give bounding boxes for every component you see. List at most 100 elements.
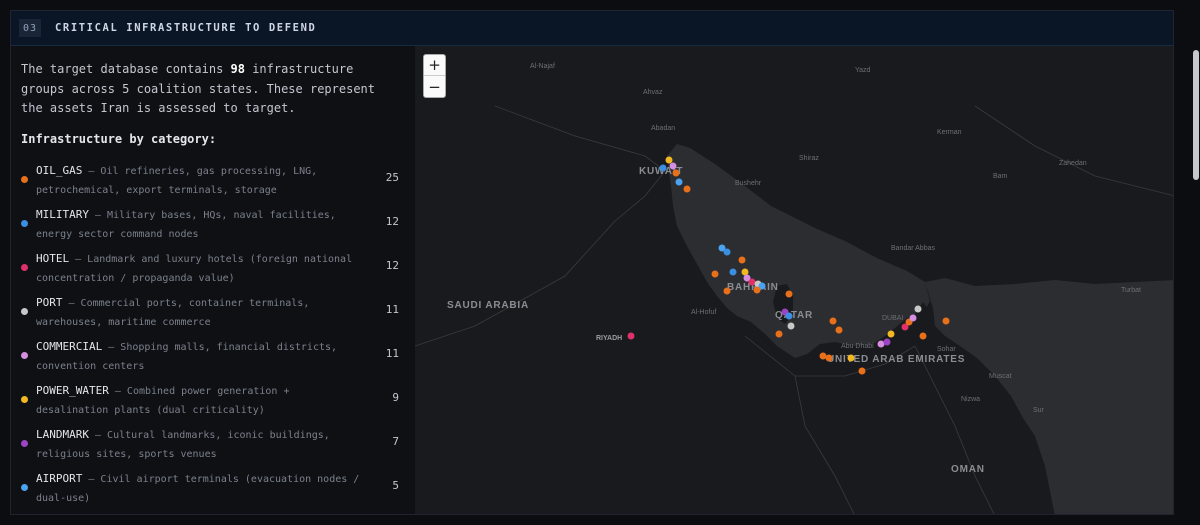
commercial-dot-icon	[21, 352, 28, 359]
marker[interactable]	[847, 354, 855, 362]
category-name: LANDMARK	[36, 428, 89, 441]
category-count: 12	[385, 215, 399, 228]
label-abadan: Abadan	[651, 125, 675, 132]
marker[interactable]	[669, 162, 677, 170]
military-dot-icon	[21, 220, 28, 227]
category-port: PORT — Commercial ports, container termi…	[11, 294, 415, 338]
marker[interactable]	[729, 268, 737, 276]
marker[interactable]	[835, 326, 843, 334]
marker[interactable]	[753, 286, 761, 294]
marker[interactable]	[858, 367, 866, 375]
marker[interactable]	[741, 268, 749, 276]
label-bandar-abbas: Bandar Abbas	[891, 245, 935, 252]
port-dot-icon	[21, 308, 28, 315]
label-sur: Sur	[1033, 407, 1045, 414]
marker[interactable]	[711, 270, 719, 278]
marker[interactable]	[914, 305, 922, 313]
landmark-dot-icon	[21, 440, 28, 447]
marker[interactable]	[675, 178, 683, 186]
marker[interactable]	[683, 185, 691, 193]
category-commercial: COMMERCIAL — Shopping malls, financial d…	[11, 338, 415, 382]
marker[interactable]	[819, 352, 827, 360]
zoom-control: + −	[423, 54, 446, 98]
page-scrollbar[interactable]	[1193, 50, 1199, 180]
marker[interactable]	[785, 312, 793, 320]
marker[interactable]	[909, 314, 917, 322]
category-name: COMMERCIAL	[36, 340, 103, 353]
label-saudi-arabia: SAUDI ARABIA	[447, 300, 529, 311]
category-count: 5	[392, 479, 399, 492]
section-number: 03	[19, 19, 41, 37]
label-al-najaf: Al-Najaf	[530, 63, 555, 70]
label-kerman: Kerman	[937, 129, 962, 136]
category-landmark: LANDMARK — Cultural landmarks, iconic bu…	[11, 426, 415, 470]
category-description: — Commercial ports, container terminals,…	[36, 298, 310, 328]
label-muscat: Muscat	[989, 373, 1012, 380]
category-name: OIL_GAS	[36, 164, 83, 177]
oil-gas-dot-icon	[21, 176, 28, 183]
marker[interactable]	[659, 164, 667, 172]
section-header: 03 CRITICAL INFRASTRUCTURE TO DEFEND	[11, 11, 1173, 46]
info-column: The target database contains 98 infrastr…	[11, 46, 415, 514]
marker[interactable]	[785, 290, 793, 298]
marker[interactable]	[787, 322, 795, 330]
marker[interactable]	[883, 338, 891, 346]
label-al-hofuf: Al-Hofuf	[691, 309, 716, 316]
section-title: CRITICAL INFRASTRUCTURE TO DEFEND	[55, 22, 317, 34]
marker[interactable]	[723, 287, 731, 295]
marker[interactable]	[887, 330, 895, 338]
label-bam: Bam	[993, 173, 1008, 180]
marker[interactable]	[723, 248, 731, 256]
infrastructure-panel: 03 CRITICAL INFRASTRUCTURE TO DEFEND The…	[10, 10, 1174, 515]
zoom-out-button[interactable]: −	[424, 76, 445, 97]
hotel-dot-icon	[21, 264, 28, 271]
category-name: PORT	[36, 296, 63, 309]
label-turbat: Turbat	[1121, 287, 1141, 294]
groups-count: 98	[230, 62, 245, 76]
category-military: MILITARY — Military bases, HQs, naval fa…	[11, 206, 415, 250]
map-canvas[interactable]: Al-Najaf Yazd Ahvaz Abadan Kerman Shiraz…	[415, 46, 1173, 514]
marker[interactable]	[665, 156, 673, 164]
category-name: AIRPORT	[36, 472, 83, 485]
category-hotel: HOTEL — Landmark and luxury hotels (fore…	[11, 250, 415, 294]
category-name: HOTEL	[36, 252, 70, 265]
label-qatar: QATAR	[775, 310, 813, 321]
label-riyadh: RIYADH	[596, 335, 622, 342]
category-name: MILITARY	[36, 208, 89, 221]
category-count: 7	[392, 435, 399, 448]
marker[interactable]	[919, 332, 927, 340]
category-count: 11	[385, 303, 399, 316]
infrastructure-map[interactable]: Al-Najaf Yazd Ahvaz Abadan Kerman Shiraz…	[415, 46, 1173, 514]
marker[interactable]	[672, 169, 680, 177]
category-description: — Civil airport terminals (evacuation no…	[36, 474, 360, 504]
label-abu-dhabi: Abu Dhabi	[841, 343, 874, 350]
category-count: 25	[385, 171, 399, 184]
marker[interactable]	[775, 330, 783, 338]
label-ahvaz: Ahvaz	[643, 89, 663, 96]
label-oman: OMAN	[951, 464, 985, 475]
label-shiraz: Shiraz	[799, 155, 819, 162]
label-yazd: Yazd	[855, 67, 871, 74]
label-dubai: DUBAI	[882, 315, 903, 322]
zoom-in-button[interactable]: +	[424, 55, 445, 76]
category-heading: Infrastructure by category:	[21, 132, 217, 146]
intro-paragraph: The target database contains 98 infrastr…	[21, 60, 381, 119]
category-count: 12	[385, 259, 399, 272]
label-uae: UNITED ARAB EMIRATES	[827, 354, 965, 365]
category-description: — Landmark and luxury hotels (foreign na…	[36, 254, 353, 284]
marker[interactable]	[738, 256, 746, 264]
marker[interactable]	[829, 317, 837, 325]
category-count: 9	[392, 391, 399, 404]
label-bushehr: Bushehr	[735, 180, 762, 187]
label-nizwa: Nizwa	[961, 396, 980, 403]
marker[interactable]	[748, 278, 756, 286]
category-power-water: POWER_WATER — Combined power generation …	[11, 382, 415, 426]
category-airport: AIRPORT — Civil airport terminals (evacu…	[11, 470, 415, 514]
marker[interactable]	[942, 317, 950, 325]
marker[interactable]	[627, 332, 635, 340]
marker[interactable]	[877, 340, 885, 348]
marker[interactable]	[825, 354, 833, 362]
category-name: POWER_WATER	[36, 384, 109, 397]
intro-text-before: The target database contains	[21, 62, 231, 76]
label-zahedan: Zahedan	[1059, 160, 1087, 167]
